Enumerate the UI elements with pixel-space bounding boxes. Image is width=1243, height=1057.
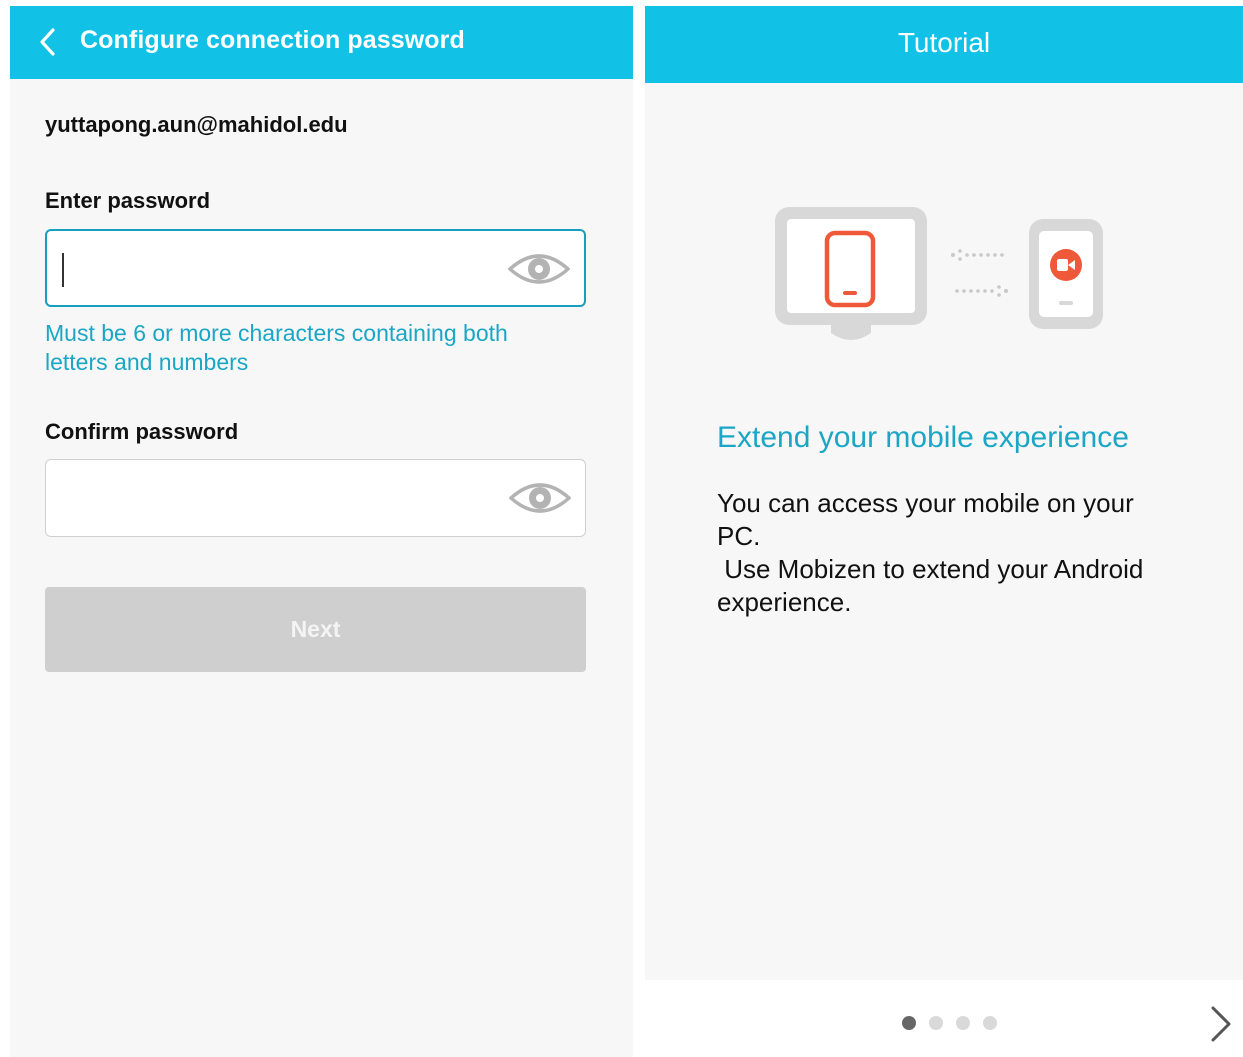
password-label: Enter password: [45, 188, 211, 213]
back-button[interactable]: [30, 22, 64, 62]
confirm-password-input[interactable]: [60, 460, 500, 536]
app-bar: Configure connection password: [10, 6, 633, 79]
chevron-right-icon[interactable]: [1207, 1002, 1235, 1046]
page-dot-1[interactable]: [902, 1016, 916, 1030]
page-dot-4[interactable]: [983, 1016, 997, 1030]
tutorial-body-line: PC.: [717, 521, 761, 551]
configure-password-screen: Configure connection password yuttapong.…: [10, 6, 633, 1057]
eye-icon[interactable]: [508, 249, 570, 289]
tutorial-page[interactable]: Extend your mobile experience You can ac…: [645, 83, 1243, 980]
text-cursor: [62, 253, 64, 287]
tutorial-body-line: Use Mobizen to extend your Android: [717, 554, 1144, 584]
page-dot-3[interactable]: [956, 1016, 970, 1030]
tutorial-heading: Extend your mobile experience: [717, 421, 1129, 454]
page-dot-2[interactable]: [929, 1016, 943, 1030]
tutorial-body-line: experience.: [717, 587, 852, 617]
next-button[interactable]: Next: [45, 587, 586, 672]
eye-icon[interactable]: [509, 478, 571, 518]
password-field[interactable]: [45, 229, 586, 307]
password-input[interactable]: [61, 231, 501, 305]
tutorial-body-line: You can access your mobile on your: [717, 488, 1134, 518]
password-hint: Must be 6 or more characters containing …: [45, 320, 508, 375]
chevron-left-icon: [40, 28, 55, 56]
tutorial-screen: Tutorial Extend your mobile experience Y…: [645, 6, 1243, 1057]
pc-mirroring-phone-icon: [775, 207, 1103, 340]
page-title: Configure connection password: [80, 26, 465, 54]
confirm-password-field[interactable]: [45, 459, 586, 537]
account-email: yuttapong.aun@mahidol.edu: [45, 112, 348, 137]
confirm-password-label: Confirm password: [45, 419, 239, 444]
tutorial-body: You can access your mobile on your PC. U…: [717, 487, 1187, 619]
page-title: Tutorial: [897, 27, 991, 58]
app-bar: Tutorial: [645, 6, 1243, 83]
page-indicator: [902, 1016, 997, 1030]
